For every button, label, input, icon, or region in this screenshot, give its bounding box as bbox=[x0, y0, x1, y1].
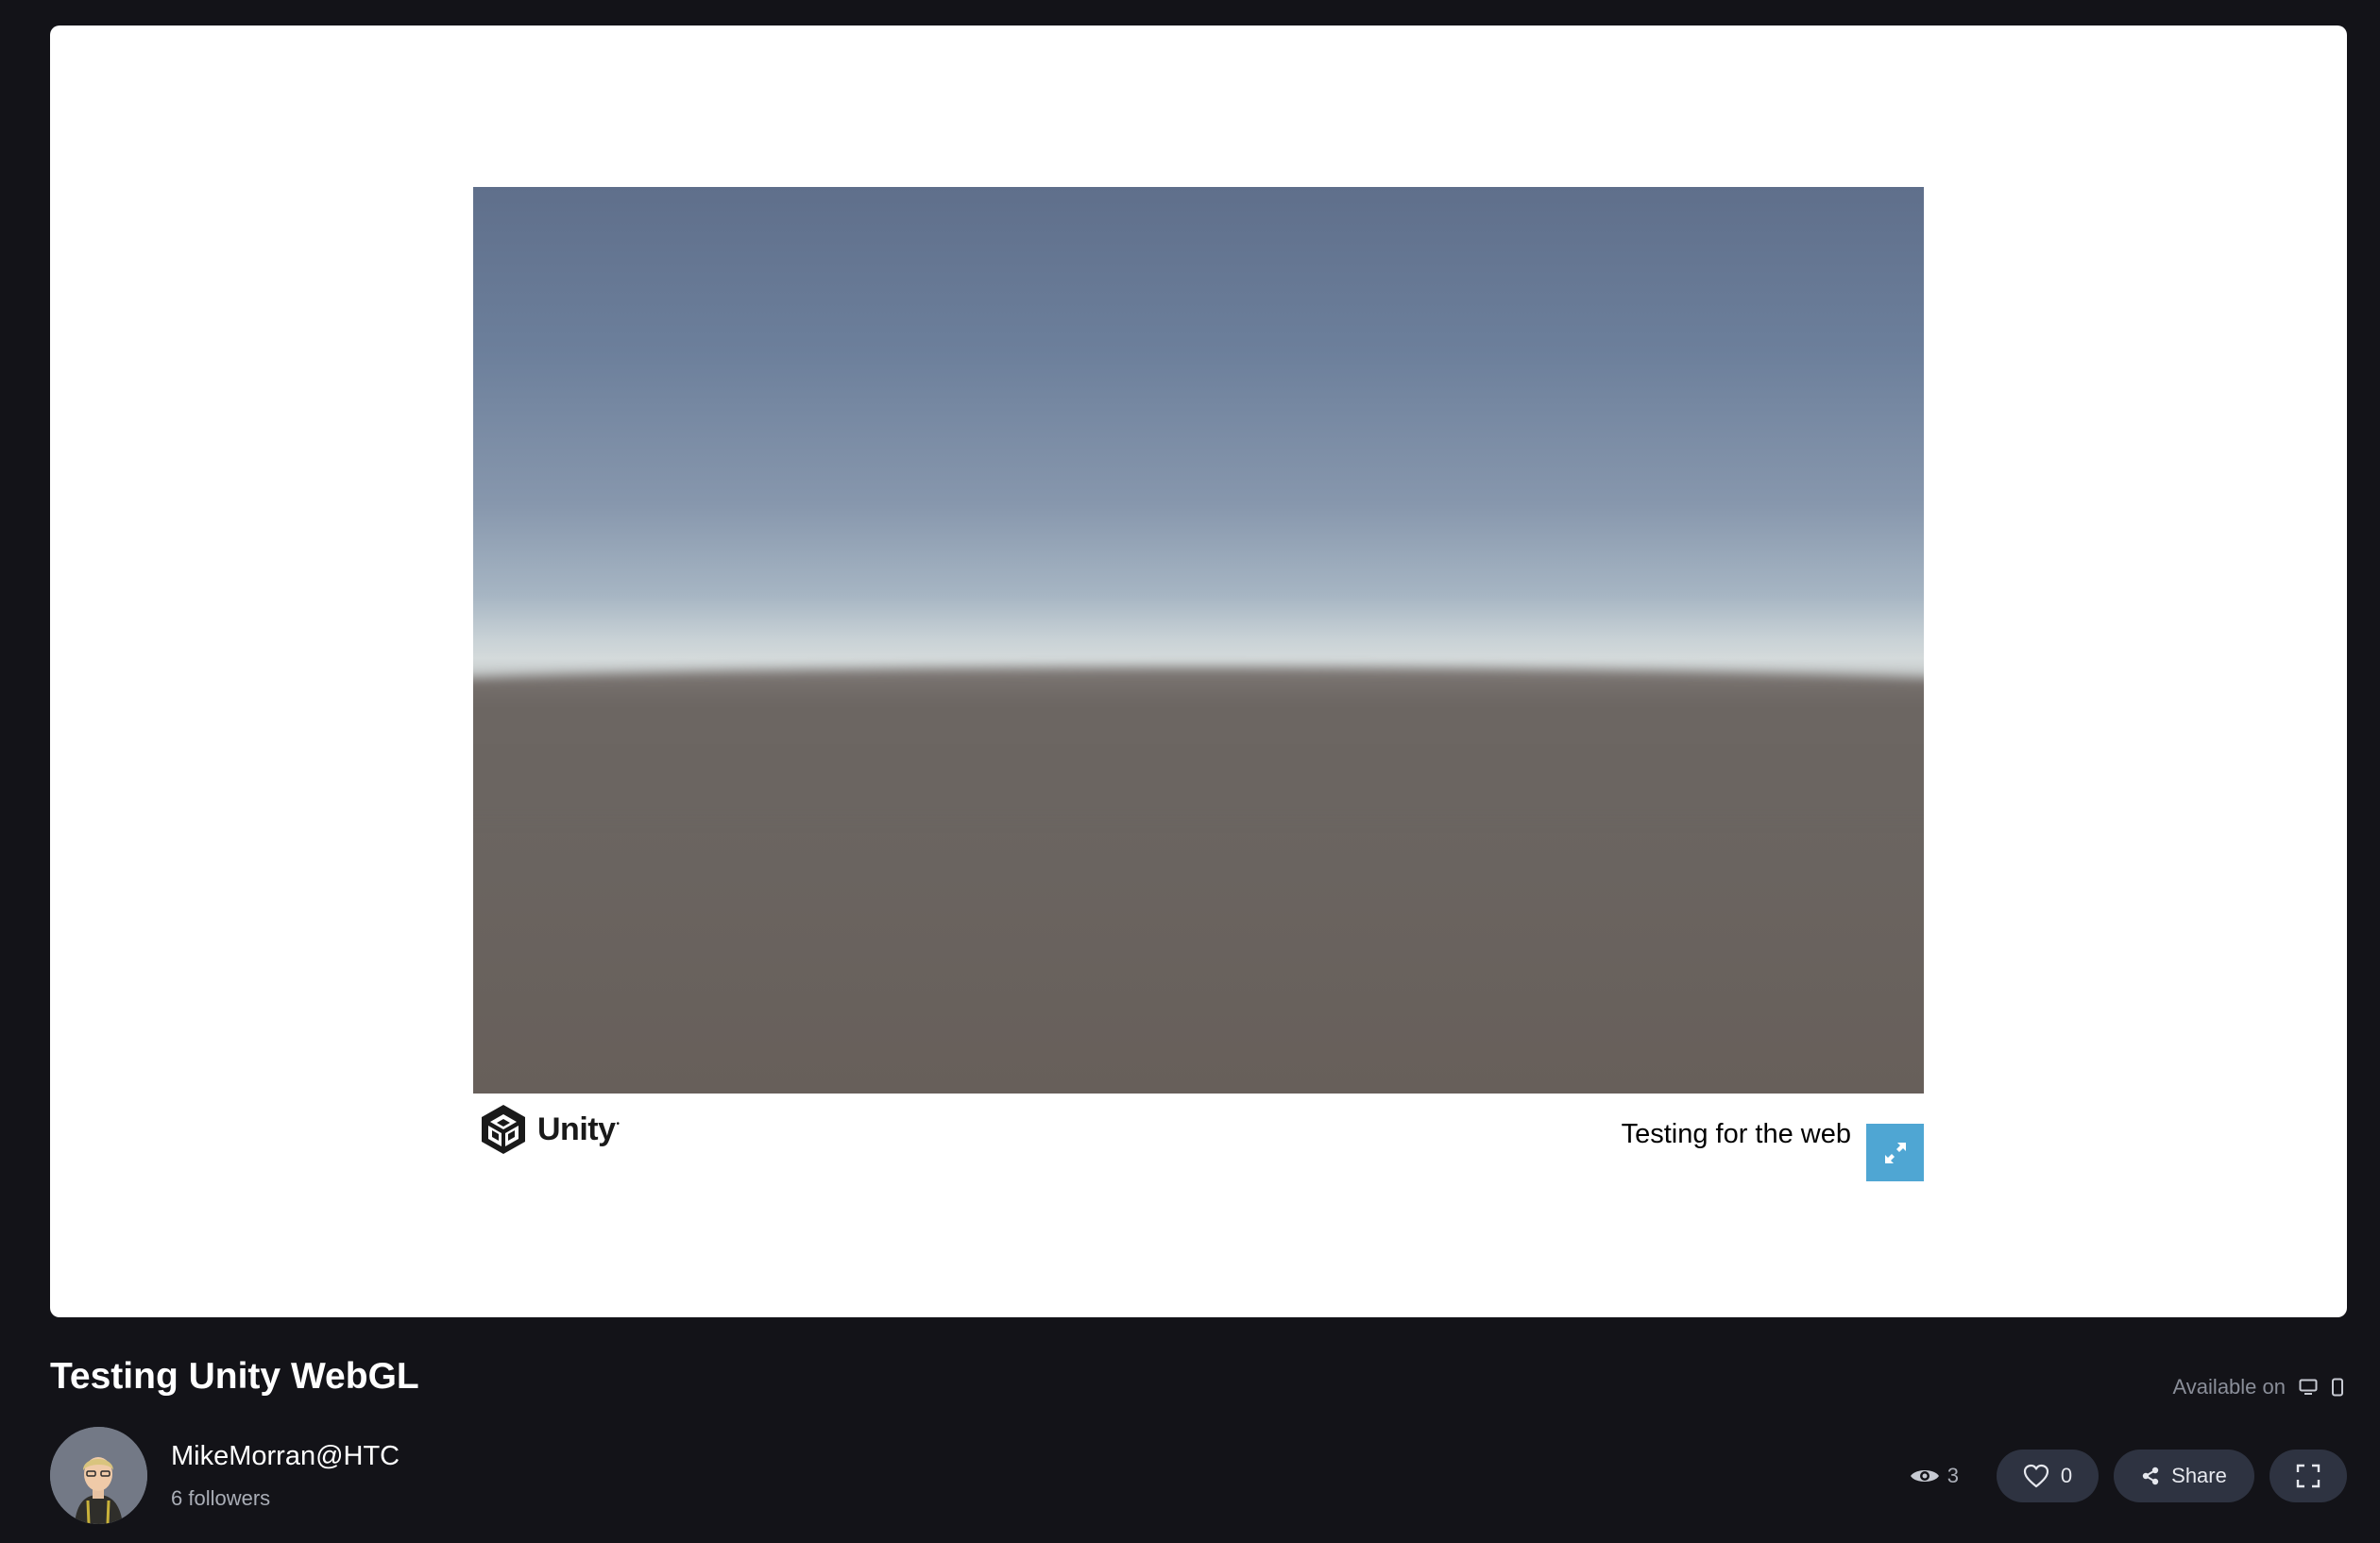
likes-value: 0 bbox=[2060, 1464, 2073, 1487]
game-canvas[interactable] bbox=[473, 187, 1924, 1094]
views-count: 3 bbox=[1910, 1464, 1959, 1488]
ground-plane bbox=[473, 667, 1924, 819]
mobile-icon bbox=[2332, 1378, 2343, 1397]
stats-bar: 3 0 Share bbox=[1910, 1450, 2347, 1502]
unity-cube-icon bbox=[482, 1105, 525, 1154]
share-button[interactable]: Share bbox=[2114, 1450, 2254, 1502]
eye-icon bbox=[1910, 1470, 1939, 1482]
user-avatar-image bbox=[50, 1427, 147, 1524]
unity-footer: Unity• Testing for the web bbox=[473, 1094, 1924, 1181]
available-on-label: Available on bbox=[2172, 1375, 2286, 1399]
fullscreen-button[interactable] bbox=[1866, 1124, 1924, 1181]
expand-arrows-icon bbox=[1884, 1142, 1906, 1163]
page: Unity• Testing for the web Testing Unity… bbox=[0, 0, 2380, 1543]
embed-frame: Unity• Testing for the web bbox=[50, 25, 2347, 1317]
like-button[interactable]: 0 bbox=[1997, 1450, 2099, 1502]
build-title: Testing for the web bbox=[1621, 1119, 1851, 1149]
fullscreen-icon bbox=[2296, 1464, 2320, 1488]
share-label: Share bbox=[2171, 1464, 2227, 1487]
expand-button[interactable] bbox=[2270, 1450, 2347, 1502]
avatar[interactable] bbox=[50, 1427, 147, 1524]
desktop-icon bbox=[2299, 1379, 2318, 1395]
views-value: 3 bbox=[1946, 1464, 1959, 1487]
author-name[interactable]: MikeMorran@HTC bbox=[171, 1441, 400, 1472]
unity-logo-text: Unity• bbox=[537, 1111, 620, 1147]
available-on: Available on bbox=[2173, 1375, 2344, 1399]
followers-count: 6 followers bbox=[171, 1486, 271, 1510]
unity-logo: Unity• bbox=[479, 1103, 620, 1156]
share-icon bbox=[2142, 1467, 2159, 1485]
project-title: Testing Unity WebGL bbox=[50, 1356, 419, 1397]
heart-icon bbox=[2023, 1464, 2048, 1488]
